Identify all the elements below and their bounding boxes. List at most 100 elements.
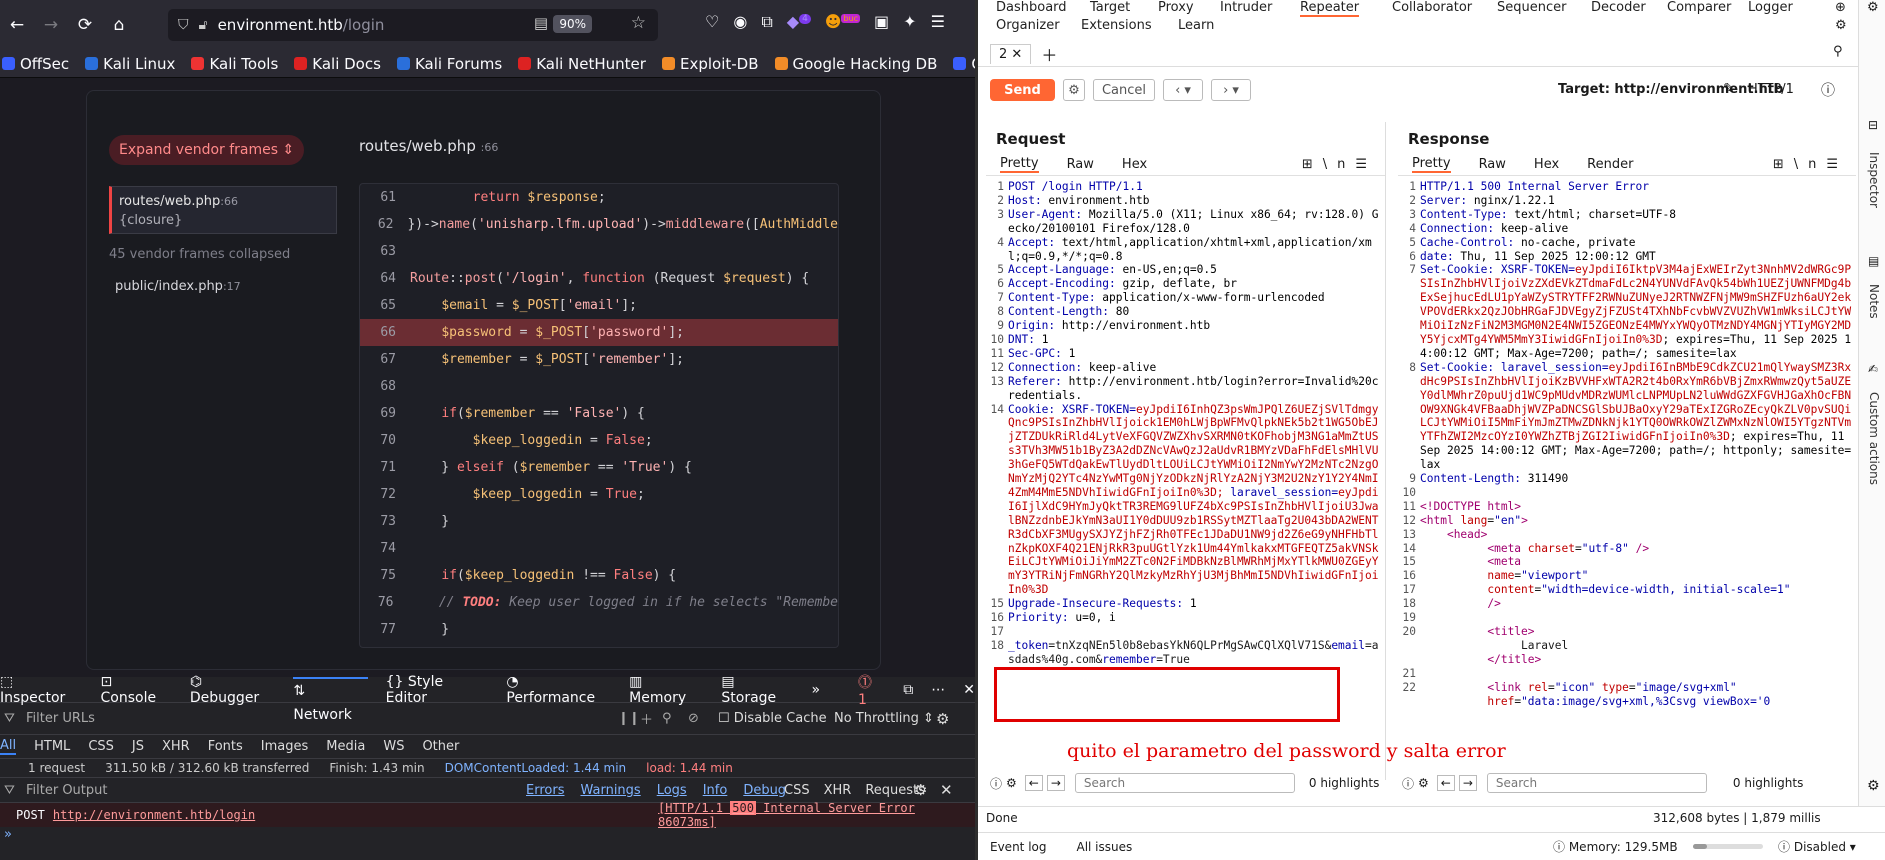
view-tab[interactable]: Raw [1067,157,1094,172]
filter-urls-input[interactable]: Filter URLs [26,711,95,726]
view-tab[interactable]: Hex [1534,157,1559,172]
all-issues[interactable]: All issues [1076,840,1132,854]
request-search-input[interactable]: Search [1074,773,1295,793]
http-version[interactable]: HTTP/1 [1748,82,1794,97]
help-icon-req[interactable]: ⓘ [990,775,1002,792]
side-custom-actions[interactable]: Custom actions [1867,392,1881,485]
stack-frame-active[interactable]: routes/web.php:66 {closure} [109,186,337,234]
more-tabs-icon[interactable]: » [811,682,820,698]
ext-bug-icon[interactable]: ☻ buc [825,12,861,32]
help-icon-resp[interactable]: ⓘ [1402,775,1414,792]
vendor-frames-collapsed[interactable]: 45 vendor frames collapsed [109,247,290,262]
request-type-filter[interactable]: Other [422,739,459,754]
settings-icon[interactable]: ⚙ [1835,18,1847,33]
burp-menu-item[interactable]: Extensions [1081,18,1152,33]
request-type-filter[interactable]: HTML [34,739,70,754]
view-tab[interactable]: Pretty [1412,156,1451,173]
bookmark-item[interactable]: Kali NetHunter [518,55,646,73]
home-icon[interactable]: ⌂ [102,8,136,42]
ext-puzzle-icon[interactable]: ✦ [903,12,916,32]
response-search-input[interactable]: Search [1486,773,1707,793]
bookmark-item[interactable]: Google Hacking DB [774,55,937,73]
next-icon-resp[interactable]: → [1458,775,1477,791]
filter-output-input[interactable]: Filter Output [26,783,108,798]
next-icon-req[interactable]: → [1046,775,1065,791]
ext-badge-icon[interactable]: ◆ 4 [787,12,811,32]
forward-icon[interactable]: → [34,8,68,42]
overflow-icon[interactable]: ⋯ [931,682,945,698]
request-type-filter[interactable]: XHR [162,739,190,754]
edit-target-icon[interactable]: ✎ [1723,81,1735,97]
devtools-tab[interactable]: ▤ Storage [721,674,793,706]
bookmark-item[interactable]: Kali Docs [294,55,381,73]
back-icon[interactable]: ← [0,8,34,42]
zoom-level[interactable]: 90% [553,15,592,33]
side-inspector[interactable]: Inspector [1867,152,1881,208]
settings-icon-resp[interactable]: ⚙ [1418,776,1429,790]
post-url[interactable]: http://environment.htb/login [53,808,255,822]
burp-menu-item[interactable]: Sequencer [1497,0,1566,15]
shield-icon[interactable]: ⛉ [178,17,189,33]
side-settings-icon[interactable]: ⚙ [1867,778,1880,794]
search-tabs-icon[interactable]: ⚲ [1833,44,1843,59]
view-options-icon[interactable]: ⊞\n☰ [1773,157,1848,172]
devtools-tab[interactable]: ⬚ Inspector [0,674,83,706]
forward-history-button[interactable]: › ▾ [1211,79,1251,101]
add-icon[interactable]: ＋ [640,709,653,728]
console-level-filter[interactable]: Info [703,783,728,798]
disabled-indicator[interactable]: ⓘ Disabled ▾ [1778,838,1856,855]
devtools-tab[interactable]: ⇅ Network [293,676,368,723]
account-icon[interactable]: ◉ [733,12,747,32]
event-log[interactable]: Event log [990,840,1046,854]
send-settings-icon[interactable]: ⚙ [1063,79,1085,101]
bookmark-item[interactable]: Kali Linux [85,55,175,73]
burp-menu-item[interactable]: Organizer [996,18,1060,33]
new-tab-icon[interactable]: ＋ [1041,42,1057,66]
disable-cache-checkbox[interactable]: ☐ Disable Cache [718,711,827,726]
reload-icon[interactable]: ⟳ [68,8,102,42]
console-level-filter[interactable]: Logs [657,783,687,798]
burp-menu-item[interactable]: Dashboard [996,0,1067,15]
request-type-filter[interactable]: Fonts [208,739,243,754]
pocket-icon[interactable]: ♡ [705,12,719,32]
burp-menu-item[interactable]: Target [1090,0,1130,15]
insecure-lock-icon[interactable]: 🔓︎ [199,17,208,33]
close-devtools-icon[interactable]: ✕ [963,682,975,698]
globe-icon[interactable]: ⊕ [1835,0,1846,15]
request-editor[interactable]: 1 POST /login HTTP/1.1 2 Host: environment.… [986,180,1385,667]
extensions-icon[interactable]: ⧉ [761,12,772,32]
view-tab[interactable]: Pretty [1000,156,1039,173]
request-type-filter[interactable]: CSS [88,739,114,754]
bookmark-item[interactable]: Kali Tools [191,55,278,73]
repeater-tab[interactable]: 2 ✕ [990,43,1032,64]
menu-icon[interactable]: ☰ [931,12,945,32]
burp-menu-item[interactable]: Decoder [1591,0,1646,15]
request-type-filter[interactable]: WS [383,739,404,754]
devtools-tab[interactable]: ◔ Performance [506,674,611,706]
bookmark-star-icon[interactable]: ☆ [631,13,646,33]
response-editor[interactable]: 1 HTTP/1.1 500 Internal Server Error 2 Serv… [1398,180,1856,708]
devtools-tab[interactable]: ⌬ Debugger [190,674,276,706]
stack-frame-public[interactable]: public/index.php:17 [115,279,241,294]
console-level-filter[interactable]: Errors [526,783,564,798]
view-tab[interactable]: Render [1587,157,1633,172]
expand-vendor-frames-button[interactable]: Expand vendor frames ⇕ [109,135,305,165]
prev-icon-req[interactable]: ← [1024,775,1043,791]
console-extra-filter[interactable]: XHR [824,783,852,798]
burp-menu-item[interactable]: Learn [1178,18,1214,33]
close-icon[interactable]: ✕ [940,781,953,799]
burp-menu-item[interactable]: Repeater [1300,0,1360,17]
pause-icon[interactable]: ❙❙ [618,711,640,726]
request-type-filter[interactable]: Images [261,739,309,754]
settings-top-icon[interactable]: ⚙ [1867,0,1879,15]
devtools-tab[interactable]: ⊡ Console [101,674,172,706]
view-tab[interactable]: Raw [1479,157,1506,172]
console-level-filter[interactable]: Warnings [580,783,640,798]
burp-menu-item[interactable]: Collaborator [1392,0,1472,15]
ext-mask-icon[interactable]: ▣ [874,12,889,32]
console-settings-icon[interactable]: ⚙ [914,781,927,799]
devtools-tab[interactable]: {} Style Editor [386,674,489,706]
view-tab[interactable]: Hex [1122,157,1147,172]
help-icon[interactable]: ⓘ [1821,80,1835,100]
cancel-button[interactable]: Cancel [1093,79,1155,101]
